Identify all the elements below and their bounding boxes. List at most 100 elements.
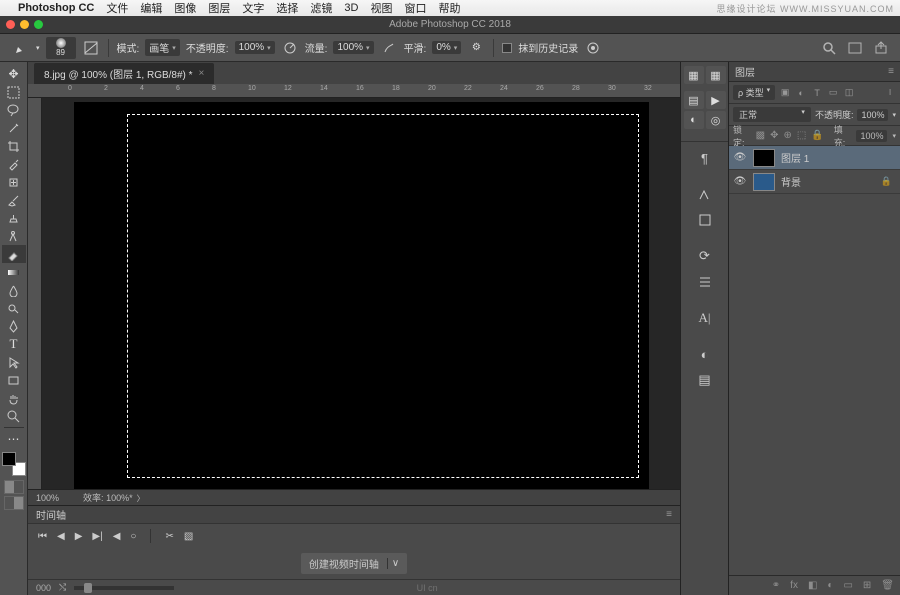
smooth-options-icon[interactable]: ⚙: [467, 39, 485, 57]
layers-panel-tab[interactable]: 图层: [735, 64, 755, 79]
quick-mask-toggle[interactable]: [4, 480, 24, 494]
marquee-tool[interactable]: [2, 83, 26, 101]
lock-position-icon[interactable]: ✥: [770, 130, 778, 141]
menu-image[interactable]: 图像: [174, 0, 196, 16]
hand-tool[interactable]: [2, 389, 26, 407]
menu-type[interactable]: 文字: [242, 0, 264, 16]
layer-filter-type-dropdown[interactable]: ρ 类型: [733, 85, 775, 100]
gradient-tool[interactable]: [2, 263, 26, 281]
shape-tool[interactable]: [2, 371, 26, 389]
dock-styles-icon[interactable]: ◐: [695, 344, 715, 364]
menu-layer[interactable]: 图层: [208, 0, 230, 16]
menu-help[interactable]: 帮助: [438, 0, 460, 16]
workspace-switcher-icon[interactable]: [848, 41, 862, 55]
dock-brush-settings-icon[interactable]: [695, 210, 715, 230]
window-close-button[interactable]: [6, 20, 15, 29]
lasso-tool[interactable]: [2, 101, 26, 119]
layer-fx-icon[interactable]: fx: [790, 580, 798, 591]
canvas[interactable]: [74, 102, 649, 489]
new-layer-icon[interactable]: ⊞: [863, 580, 871, 591]
timeline-zoom-slider[interactable]: [74, 586, 174, 590]
dock-libraries-icon[interactable]: ▤: [684, 91, 704, 109]
efficiency-readout[interactable]: 效率: 100%*〉: [83, 491, 145, 504]
layer-name[interactable]: 图层 1: [781, 150, 809, 165]
menu-3d[interactable]: 3D: [344, 2, 358, 14]
menu-edit[interactable]: 编辑: [140, 0, 162, 16]
lock-artboard-icon[interactable]: ⊕: [784, 130, 792, 141]
document-tab[interactable]: 8.jpg @ 100% (图层 1, RGB/8#) * ×: [34, 63, 214, 84]
dock-brushes-icon[interactable]: [695, 184, 715, 204]
flow-dropdown[interactable]: 100%: [333, 41, 373, 54]
dock-clone-source-icon[interactable]: ⟳: [695, 246, 715, 266]
filter-toggle-switch[interactable]: ⏽: [884, 87, 896, 99]
menu-file[interactable]: 文件: [106, 0, 128, 16]
create-video-timeline-button[interactable]: 创建视频时间轴∨: [301, 553, 407, 574]
spot-heal-tool[interactable]: [2, 173, 26, 191]
filter-image-icon[interactable]: ▣: [779, 87, 791, 99]
lock-pixels-icon[interactable]: ▩: [756, 130, 765, 141]
edit-toolbar-icon[interactable]: ⋯: [2, 430, 26, 448]
blend-mode-dropdown[interactable]: 画笔: [145, 39, 180, 56]
search-icon[interactable]: [822, 41, 836, 55]
layer-fill-value[interactable]: 100%: [856, 130, 887, 142]
path-select-tool[interactable]: [2, 353, 26, 371]
dodge-tool[interactable]: [2, 299, 26, 317]
menu-filter[interactable]: 滤镜: [310, 0, 332, 16]
timeline-first-frame-button[interactable]: ⏮: [38, 531, 47, 542]
timeline-mute-button[interactable]: ◀: [113, 531, 121, 542]
filter-type-icon[interactable]: T: [811, 87, 823, 99]
window-zoom-button[interactable]: [34, 20, 43, 29]
layer-row[interactable]: 👁 背景 🔒: [729, 170, 900, 194]
menu-view[interactable]: 视图: [370, 0, 392, 16]
chevron-down-icon[interactable]: ∨: [387, 558, 399, 569]
pen-tool[interactable]: [2, 317, 26, 335]
dock-character-icon[interactable]: A|: [695, 308, 715, 328]
share-icon[interactable]: [874, 41, 888, 55]
layer-thumbnail[interactable]: [753, 173, 775, 191]
link-layers-icon[interactable]: ⚭: [772, 580, 780, 591]
dock-swatches-icon[interactable]: ▦: [706, 66, 726, 84]
foreground-background-colors[interactable]: [2, 452, 26, 476]
dock-adjustments-icon[interactable]: ◐: [684, 111, 704, 129]
ruler-vertical[interactable]: [28, 98, 42, 489]
dock-play-icon[interactable]: ▶: [706, 91, 726, 109]
smooth-dropdown[interactable]: 0%: [432, 41, 461, 54]
layer-name[interactable]: 背景: [781, 174, 801, 189]
current-tool-icon[interactable]: [12, 39, 30, 57]
app-name[interactable]: Photoshop CC: [18, 2, 94, 14]
brush-preset-picker[interactable]: 89: [46, 37, 76, 59]
erase-history-checkbox[interactable]: [502, 43, 512, 53]
blur-tool[interactable]: [2, 281, 26, 299]
airbrush-icon[interactable]: [380, 39, 398, 57]
timeline-transition-button[interactable]: ▧: [184, 531, 193, 542]
type-tool[interactable]: T: [2, 335, 26, 353]
eraser-tool[interactable]: [2, 245, 26, 263]
timeline-play-button[interactable]: ▶: [75, 531, 83, 542]
magic-wand-tool[interactable]: [2, 119, 26, 137]
layer-mask-icon[interactable]: ◧: [808, 580, 817, 591]
filter-smart-icon[interactable]: ◫: [843, 87, 855, 99]
layer-thumbnail[interactable]: [753, 149, 775, 167]
ruler-horizontal[interactable]: 02468101214161820222426283032: [28, 84, 680, 98]
window-minimize-button[interactable]: [20, 20, 29, 29]
timeline-prev-frame-button[interactable]: ◀: [57, 531, 65, 542]
timeline-convert-icon[interactable]: ⤭: [59, 582, 66, 593]
timeline-split-button[interactable]: ✂: [165, 531, 173, 542]
history-brush-tool[interactable]: [2, 227, 26, 245]
eyedropper-tool[interactable]: [2, 155, 26, 173]
timeline-next-frame-button[interactable]: ▶|: [92, 531, 102, 542]
new-fill-adjust-icon[interactable]: ◐: [827, 580, 833, 591]
screen-mode-toggle[interactable]: [4, 496, 24, 510]
canvas-viewport[interactable]: [42, 98, 680, 489]
clone-stamp-tool[interactable]: [2, 209, 26, 227]
lock-nesting-icon[interactable]: ⬚: [797, 130, 806, 141]
opacity-dropdown[interactable]: 100%: [235, 41, 275, 54]
layers-panel-menu-icon[interactable]: ≡: [888, 66, 894, 77]
dock-channels-icon[interactable]: ▤: [695, 370, 715, 390]
zoom-level[interactable]: 100%: [36, 493, 59, 503]
layer-opacity-value[interactable]: 100%: [857, 109, 888, 121]
lock-all-icon[interactable]: 🔒: [811, 130, 823, 141]
timeline-loop-button[interactable]: ○: [130, 531, 136, 542]
menu-window[interactable]: 窗口: [404, 0, 426, 16]
zoom-tool[interactable]: [2, 407, 26, 425]
